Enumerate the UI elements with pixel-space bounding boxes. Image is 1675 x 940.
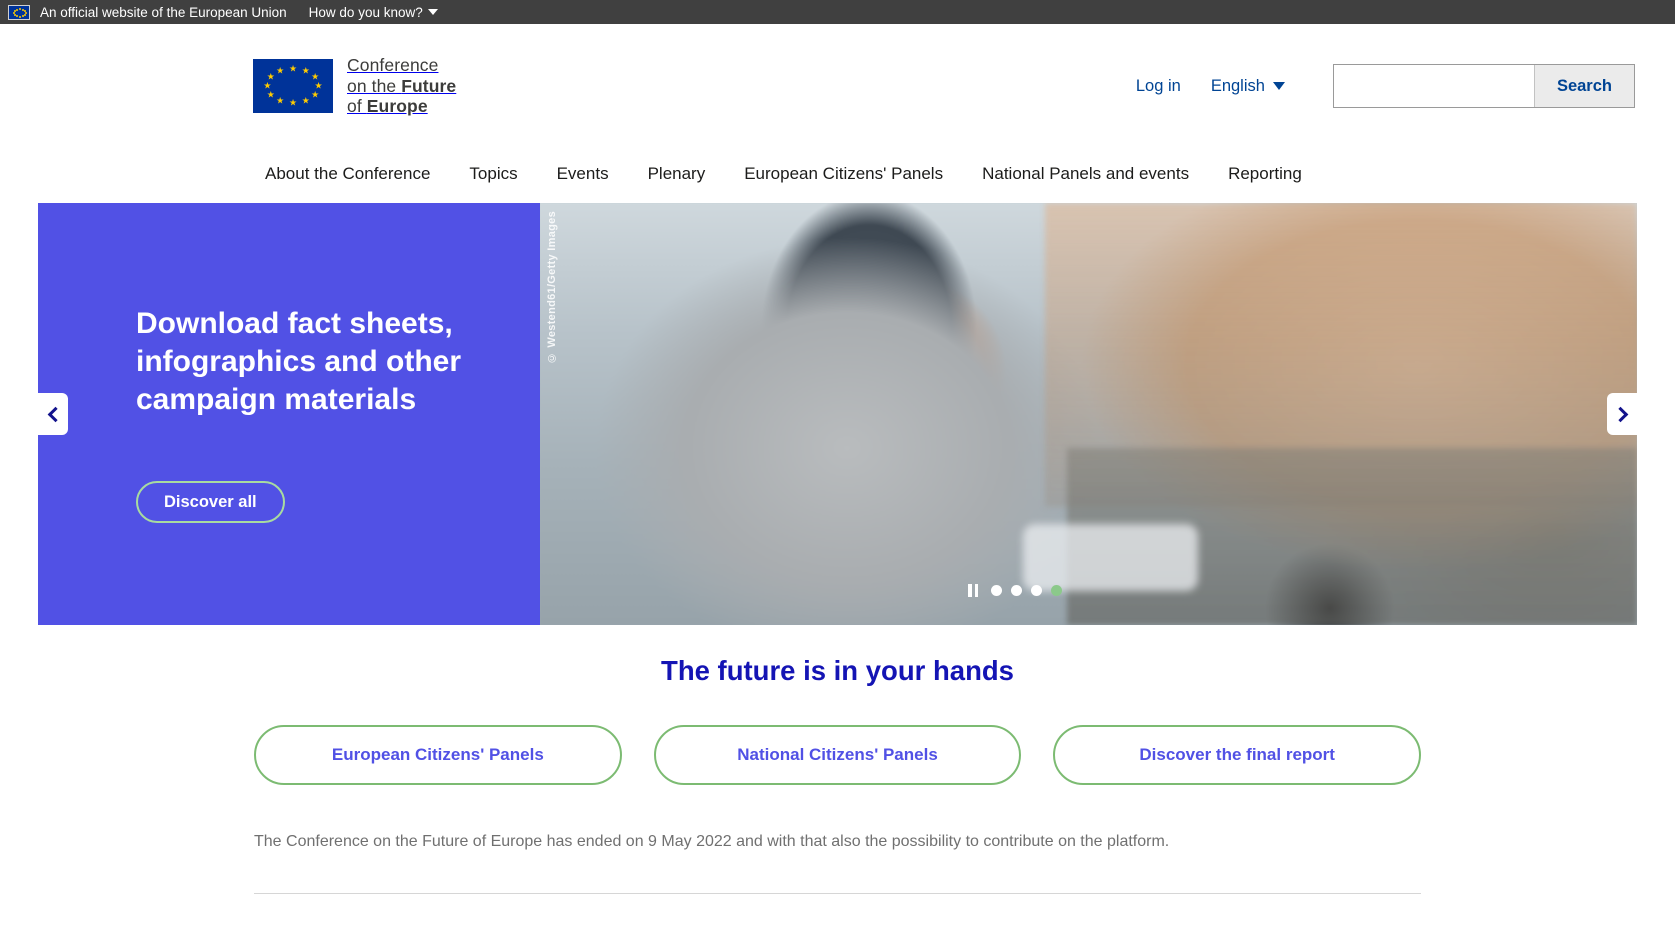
eu-star [13, 12, 15, 14]
site-logo[interactable]: ★★★★★★★★★★★★ Conference on the Future of… [253, 55, 456, 117]
section-divider [254, 893, 1421, 894]
eu-star [16, 15, 18, 17]
chevron-down-icon [428, 9, 438, 15]
link-european-citizens-panels[interactable]: European Citizens' Panels [254, 725, 622, 785]
logo-line-3-bold: Europe [367, 96, 428, 116]
eu-star: ★ [302, 66, 310, 77]
logo-line-1: Conference [347, 55, 438, 75]
chevron-right-icon [1612, 406, 1628, 422]
eu-flag-icon: ★★★★★★★★★★★★ [253, 59, 333, 113]
hero-discover-all-button[interactable]: Discover all [136, 481, 285, 523]
carousel-dot-1[interactable] [991, 585, 1002, 596]
main-navigation: About the Conference Topics Events Plena… [0, 148, 1675, 200]
link-discover-the-final-report[interactable]: Discover the final report [1053, 725, 1421, 785]
eu-star [19, 16, 21, 18]
eu-star: ★ [276, 95, 284, 106]
logo-line-3-plain: of [347, 96, 367, 116]
hero-carousel: Download fact sheets, infographics and o… [38, 203, 1637, 625]
quick-links: European Citizens' Panels National Citiz… [38, 725, 1637, 785]
carousel-dot-2[interactable] [1011, 585, 1022, 596]
page-title: The future is in your hands [38, 655, 1637, 687]
eu-star [16, 9, 18, 11]
search-button[interactable]: Search [1534, 65, 1634, 107]
carousel-controls [968, 584, 1062, 597]
language-label: English [1211, 77, 1265, 96]
eu-star [24, 14, 26, 16]
carousel-dot-3[interactable] [1031, 585, 1042, 596]
nav-item-european-citizens-panels[interactable]: European Citizens' Panels [744, 164, 943, 184]
header-actions: Log in English Search [1136, 64, 1635, 108]
eu-star: ★ [289, 63, 297, 74]
carousel-dot-4[interactable] [1051, 585, 1062, 596]
nav-item-reporting[interactable]: Reporting [1228, 164, 1302, 184]
eu-banner-label: An official website of the European Unio… [40, 5, 287, 20]
nav-item-about-the-conference[interactable]: About the Conference [265, 164, 430, 184]
logo-line-2-plain: on the [347, 76, 401, 96]
hero-photo-car [1023, 524, 1199, 592]
language-selector[interactable]: English [1211, 77, 1285, 96]
how-do-you-know-toggle[interactable]: How do you know? [309, 5, 438, 20]
link-national-citizens-panels[interactable]: National Citizens' Panels [654, 725, 1022, 785]
logo-line-2-bold: Future [401, 76, 456, 96]
carousel-prev-button[interactable] [38, 393, 68, 435]
nav-item-events[interactable]: Events [557, 164, 609, 184]
nav-item-national-panels-and-events[interactable]: National Panels and events [982, 164, 1189, 184]
logo-text: Conference on the Future of Europe [347, 55, 456, 117]
site-header: ★★★★★★★★★★★★ Conference on the Future of… [0, 24, 1675, 148]
search-bar: Search [1333, 64, 1635, 108]
future-section: The future is in your hands European Cit… [0, 625, 1675, 894]
carousel-next-button[interactable] [1607, 393, 1637, 435]
nav-item-topics[interactable]: Topics [469, 164, 517, 184]
eu-star [19, 8, 21, 10]
eu-star [22, 15, 24, 17]
hero-title: Download fact sheets, infographics and o… [136, 305, 500, 419]
eu-star: ★ [311, 89, 319, 100]
nav-item-plenary[interactable]: Plenary [648, 164, 706, 184]
hero-image: © Westend61/Getty Images [540, 203, 1637, 625]
pause-icon[interactable] [968, 584, 978, 597]
hero-text-panel: Download fact sheets, infographics and o… [38, 203, 540, 625]
eu-flag-icon [8, 5, 30, 20]
eu-star: ★ [302, 95, 310, 106]
eu-star: ★ [267, 72, 275, 83]
how-do-you-know-label: How do you know? [309, 5, 423, 20]
hero-image-credit: © Westend61/Getty Images [546, 211, 558, 363]
eu-star [14, 14, 16, 16]
chevron-down-icon [1273, 82, 1285, 90]
chevron-left-icon [47, 406, 63, 422]
closure-notice: The Conference on the Future of Europe h… [38, 833, 1637, 851]
search-input[interactable] [1334, 65, 1534, 107]
eu-official-banner: An official website of the European Unio… [0, 0, 1675, 24]
eu-star: ★ [289, 98, 297, 109]
eu-star: ★ [276, 66, 284, 77]
login-link[interactable]: Log in [1136, 77, 1181, 96]
